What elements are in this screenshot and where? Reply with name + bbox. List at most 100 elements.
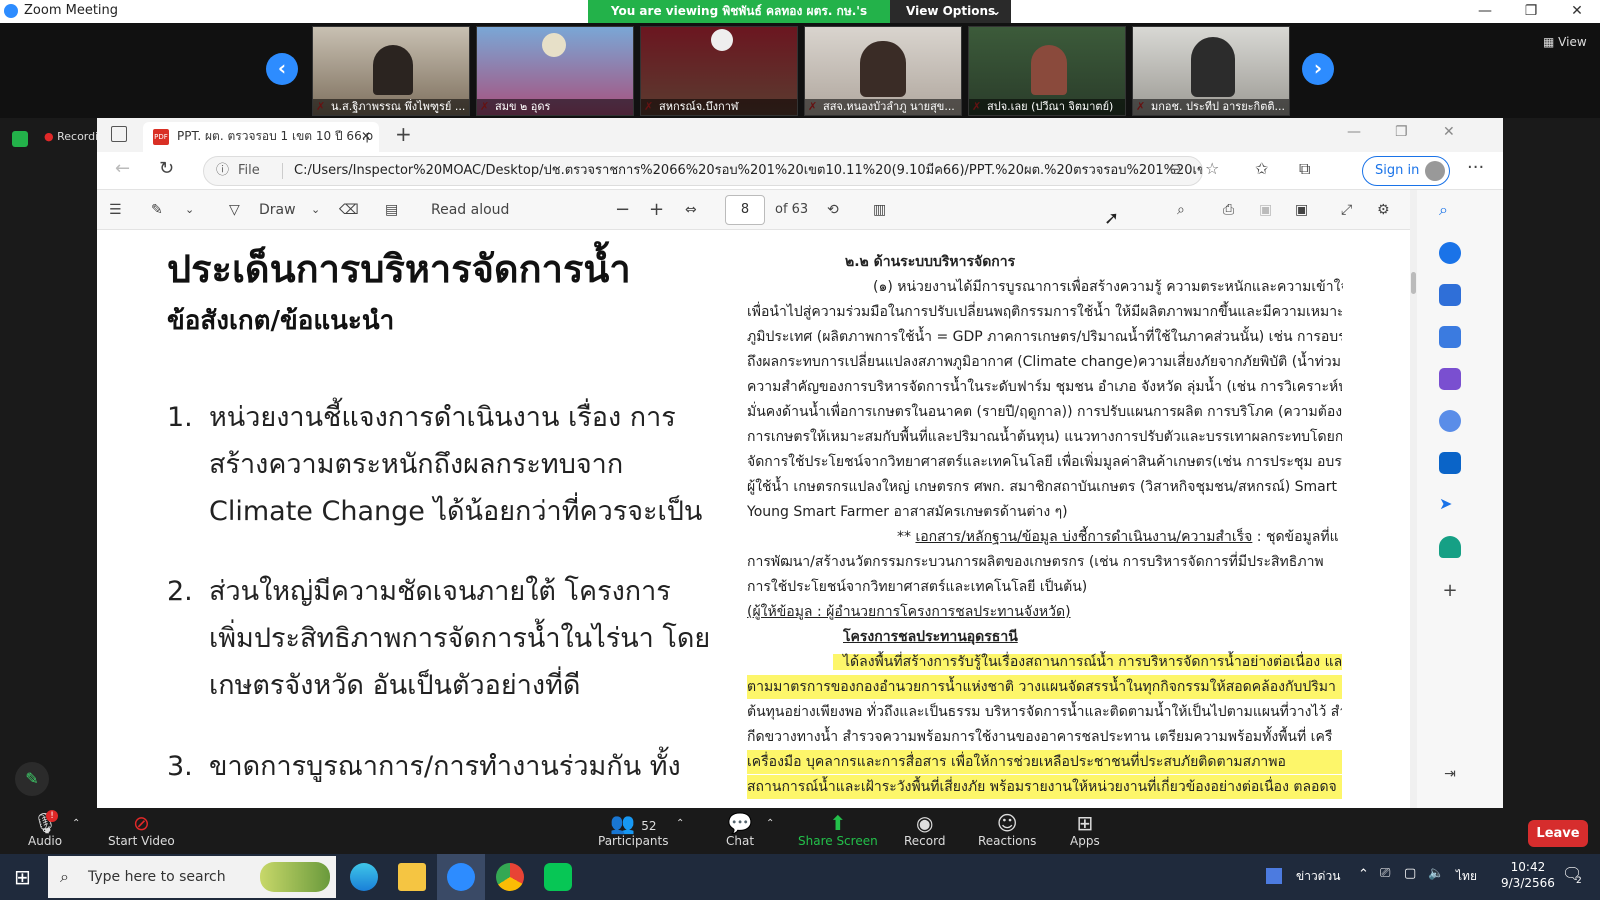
save-icon[interactable]: ▣ (1259, 200, 1272, 220)
participant-tile[interactable]: ✗ สปจ.เลย (ปวีณา จิตมาตย์) (968, 26, 1126, 116)
text-icon[interactable]: ▤ (385, 200, 398, 220)
participant-tile[interactable]: ✗ น.ส.ฐิภาพรรณ พึ่งไพฑูรย์ ... (312, 26, 470, 116)
taskbar-search-input[interactable]: ⌕ Type here to search (48, 856, 336, 898)
page-view-icon[interactable]: ▥ (873, 200, 886, 220)
settings-icon[interactable]: ⚙ (1377, 200, 1390, 220)
close-button[interactable]: ✕ (1554, 0, 1600, 23)
fit-page-icon[interactable]: ⇔ (685, 200, 697, 220)
office-icon[interactable] (1439, 410, 1461, 432)
outlook-icon[interactable] (1439, 452, 1461, 474)
annotate-pencil-icon[interactable]: ✎ (15, 762, 49, 796)
windows-start-icon[interactable]: ⊞ (14, 865, 31, 889)
zoom-out-icon[interactable]: ⊖ (1169, 160, 1182, 178)
search-icon[interactable]: ⌕ (1177, 200, 1185, 220)
taskbar-active-app[interactable] (437, 854, 485, 900)
draw-icon[interactable]: ▽ (229, 200, 240, 220)
collections-icon[interactable]: ⧉ (1299, 159, 1310, 179)
reactions-label: Reactions (978, 834, 1037, 848)
share-screen-button[interactable]: ⬆ Share Screen (798, 812, 878, 848)
start-video-button[interactable]: ⊘ Start Video (108, 812, 175, 848)
share-screen-label: Share Screen (798, 834, 878, 848)
page-number-input[interactable]: 8 (725, 195, 765, 225)
audio-label: Audio (28, 834, 63, 848)
eraser-icon[interactable]: ⌫ (339, 200, 359, 220)
file-explorer-icon[interactable] (398, 863, 426, 891)
edge-app-icon[interactable] (350, 863, 378, 891)
clock[interactable]: 10:42 9/3/2566 (1501, 859, 1555, 891)
new-tab-button[interactable]: + (395, 122, 412, 146)
news-icon[interactable] (1266, 868, 1282, 884)
favorites-icon[interactable]: ✩ (1255, 159, 1268, 178)
participants-button[interactable]: 👥 52 Participants (598, 812, 669, 848)
audio-button[interactable]: 🎙 Audio ! (28, 810, 63, 848)
save-as-icon[interactable]: ▣ (1295, 200, 1308, 220)
tab-actions-icon[interactable] (111, 126, 127, 142)
scrollbar[interactable] (1410, 190, 1417, 808)
chat-button[interactable]: 💬 Chat (726, 812, 754, 848)
chevron-up-icon[interactable]: ⌃ (1358, 867, 1369, 882)
read-aloud-button[interactable]: Read aloud (431, 200, 509, 220)
view-options-button[interactable]: View Options ⌄ (890, 0, 1011, 23)
more-icon[interactable]: ··· (1467, 157, 1484, 178)
gallery-next-button[interactable]: › (1302, 53, 1334, 85)
contents-icon[interactable]: ☰ (109, 200, 122, 220)
url-divider (282, 163, 283, 179)
url-field[interactable]: ⓘ File C:/Users/Inspector%20MOAC/Desktop… (203, 156, 1203, 186)
back-icon[interactable]: ← (115, 158, 130, 179)
chevron-right-icon: › (1313, 56, 1323, 80)
send-icon[interactable]: ➤ (1439, 494, 1461, 516)
tab-pdf[interactable]: PDF PPT. ผต. ตรวจรอบ 1 เขต 10 ปี 66.p ✕ (143, 122, 379, 152)
draw-dropdown-icon[interactable]: ⌄ (311, 200, 320, 220)
sign-in-button[interactable]: Sign in (1362, 156, 1450, 186)
participant-tile[interactable]: ✗ มกอช. ประทีป อารยะกิตติ... (1132, 26, 1290, 116)
view-button[interactable]: ▦ View (1543, 35, 1587, 49)
participant-tile[interactable]: ✗ สสจ.หนองบัวลำภู นายสุข... (804, 26, 962, 116)
scrollbar-thumb[interactable] (1411, 272, 1416, 294)
chat-options-icon[interactable]: ⌃ (766, 818, 774, 829)
maximize-button[interactable]: ❐ (1508, 0, 1554, 23)
zoom-out-button[interactable]: − (615, 200, 630, 220)
highlight-dropdown-icon[interactable]: ⌄ (185, 200, 194, 220)
leave-button[interactable]: Leave (1528, 820, 1588, 847)
close-tab-icon[interactable]: ✕ (361, 122, 371, 150)
shopping-icon[interactable] (1439, 284, 1461, 306)
draw-button[interactable]: Draw (259, 200, 296, 220)
slide-right-column: ๒.๒ ด้านระบบบริหารจัดการ (๑) หน่วยงานได้… (747, 230, 1407, 808)
highlight-icon[interactable]: ✎ (151, 200, 163, 220)
browser-maximize-button[interactable]: ❐ (1395, 124, 1408, 140)
refresh-icon[interactable]: ↻ (159, 158, 174, 179)
language-indicator[interactable]: ไทย (1456, 867, 1477, 886)
zoom-in-button[interactable]: + (649, 200, 664, 220)
people-icon[interactable] (1439, 368, 1461, 390)
news-label[interactable]: ข่าวด่วน (1296, 867, 1340, 886)
apps-button[interactable]: ⊞ Apps (1070, 812, 1100, 848)
print-icon[interactable]: ⎙ (1223, 200, 1234, 220)
participant-tile[interactable]: ✗ สหกรณ์จ.บึงกาฬ (640, 26, 798, 116)
participants-options-icon[interactable]: ⌃ (676, 818, 684, 829)
chrome-icon[interactable] (496, 863, 524, 891)
search-icon[interactable]: ⌕ (1439, 200, 1461, 222)
tools-icon[interactable] (1439, 326, 1461, 348)
volume-icon[interactable]: 🔈 (1428, 866, 1444, 881)
bing-icon[interactable] (1439, 242, 1461, 264)
reactions-button[interactable]: ☺ Reactions (978, 812, 1036, 848)
minimize-button[interactable]: — (1462, 0, 1508, 23)
display-icon[interactable]: ▢ (1404, 866, 1416, 881)
add-icon[interactable]: + (1439, 580, 1461, 602)
participant-tile[interactable]: ✗ สมข ๒ อุดร (476, 26, 634, 116)
body-line: การพัฒนา/สร้างนวัตกรรมกระบวนการผลิตของเก… (747, 554, 1324, 570)
record-button[interactable]: ◉ Record (904, 812, 945, 848)
hide-sidebar-icon[interactable]: ⇥ (1439, 766, 1461, 788)
fullscreen-icon[interactable]: ⤢ (1341, 200, 1352, 220)
line-app-icon[interactable] (544, 863, 572, 891)
favorite-icon[interactable]: ☆ (1205, 159, 1219, 178)
network-icon[interactable]: ⎚ (1380, 866, 1390, 881)
gallery-prev-button[interactable]: ‹ (266, 53, 298, 85)
audio-options-icon[interactable]: ⌃ (72, 818, 80, 829)
browser-minimize-button[interactable]: — (1347, 124, 1361, 140)
participant-silhouette (860, 41, 906, 97)
tree-icon[interactable] (1439, 536, 1461, 558)
browser-close-button[interactable]: ✕ (1443, 124, 1455, 140)
rotate-icon[interactable]: ⟲ (827, 200, 839, 220)
meeting-toolbar: 🎙 Audio ! ⌃ ⊘ Start Video 👥 52 Participa… (0, 808, 1600, 854)
